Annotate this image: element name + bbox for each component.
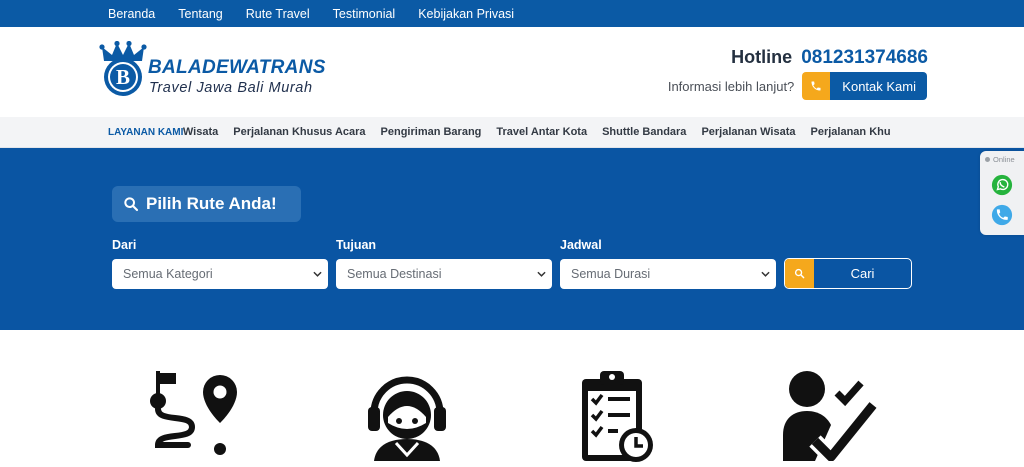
chevron-down-icon xyxy=(761,271,770,277)
route-map-icon xyxy=(150,371,237,455)
contact-row: Informasi lebih lanjut? Kontak Kami xyxy=(668,72,927,100)
jadwal-label: Jadwal xyxy=(560,238,602,252)
jadwal-select[interactable]: Semua Durasi xyxy=(560,259,776,289)
jadwal-select-value: Semua Durasi xyxy=(571,267,651,281)
status-dot xyxy=(985,157,990,162)
tujuan-select-value: Semua Destinasi xyxy=(347,267,442,281)
trusted-person-icon xyxy=(783,371,877,461)
brand-name: BALADEWATRANS xyxy=(148,57,326,78)
service-item[interactable]: Perjalanan Khusus Acara xyxy=(233,126,365,138)
site-logo[interactable]: B BALADEWATRANS Travel Jawa Bali Murah xyxy=(98,41,328,101)
hotline: Hotline 081231374686 xyxy=(731,47,928,69)
services-label: LAYANAN KAMI xyxy=(108,127,184,138)
phone-icon[interactable] xyxy=(991,204,1013,226)
nav-testimonial[interactable]: Testimonial xyxy=(333,7,396,21)
whatsapp-icon[interactable] xyxy=(991,174,1013,196)
contact-button-label: Kontak Kami xyxy=(830,72,927,100)
hotline-label: Hotline xyxy=(731,47,793,67)
top-nav: Beranda Tentang Rute Travel Testimonial … xyxy=(0,0,1024,27)
top-nav-links: Beranda Tentang Rute Travel Testimonial … xyxy=(108,0,514,27)
service-item[interactable]: Pengiriman Barang xyxy=(381,126,482,138)
chevron-down-icon xyxy=(313,271,322,277)
crown-logo-icon: B xyxy=(99,41,147,96)
nav-tentang[interactable]: Tentang xyxy=(178,7,222,21)
nav-beranda[interactable]: Beranda xyxy=(108,7,155,21)
cari-button-label: Cari xyxy=(850,266,875,281)
cari-button[interactable]: Cari xyxy=(784,258,912,289)
customer-service-icon xyxy=(368,376,446,461)
floating-contact-widget: Online xyxy=(980,151,1024,235)
info-text: Informasi lebih lanjut? xyxy=(667,78,795,94)
nav-rute-travel[interactable]: Rute Travel xyxy=(246,7,310,21)
site-header: B BALADEWATRANS Travel Jawa Bali Murah H… xyxy=(0,27,1024,117)
service-item[interactable]: Perjalanan Wisata xyxy=(701,126,795,138)
tujuan-select[interactable]: Semua Destinasi xyxy=(336,259,552,289)
online-status: Online xyxy=(985,155,1015,164)
dari-select[interactable]: Semua Kategori xyxy=(112,259,328,289)
services-bar: LAYANAN KAMI an Wisata Perjalanan Khusus… xyxy=(0,117,1024,148)
search-title: Pilih Rute Anda! xyxy=(112,186,301,222)
brand-tagline: Travel Jawa Bali Murah xyxy=(149,80,313,96)
search-title-text: Pilih Rute Anda! xyxy=(146,194,277,213)
dari-select-value: Semua Kategori xyxy=(123,267,213,281)
tujuan-label: Tujuan xyxy=(336,238,377,252)
dari-label: Dari xyxy=(112,238,137,252)
service-item[interactable]: Shuttle Bandara xyxy=(602,126,686,138)
service-item[interactable]: Travel Antar Kota xyxy=(496,126,587,138)
chevron-down-icon xyxy=(537,271,546,277)
services-ticker: an Wisata Perjalanan Khusus Acara Pengir… xyxy=(182,117,907,148)
hotline-number[interactable]: 081231374686 xyxy=(801,47,928,68)
search-icon xyxy=(785,259,814,288)
phone-icon xyxy=(802,72,831,100)
svg-text:B: B xyxy=(116,65,130,89)
nav-kebijakan-privasi[interactable]: Kebijakan Privasi xyxy=(418,7,514,21)
route-search-section: Pilih Rute Anda! Dari Tujuan Jadwal Semu… xyxy=(0,148,1024,330)
schedule-clipboard-icon xyxy=(582,371,653,462)
service-item[interactable]: Perjalanan Khu xyxy=(811,126,891,138)
contact-button[interactable]: Kontak Kami xyxy=(802,72,927,100)
search-icon xyxy=(124,197,139,212)
service-item[interactable]: an Wisata xyxy=(182,126,218,138)
